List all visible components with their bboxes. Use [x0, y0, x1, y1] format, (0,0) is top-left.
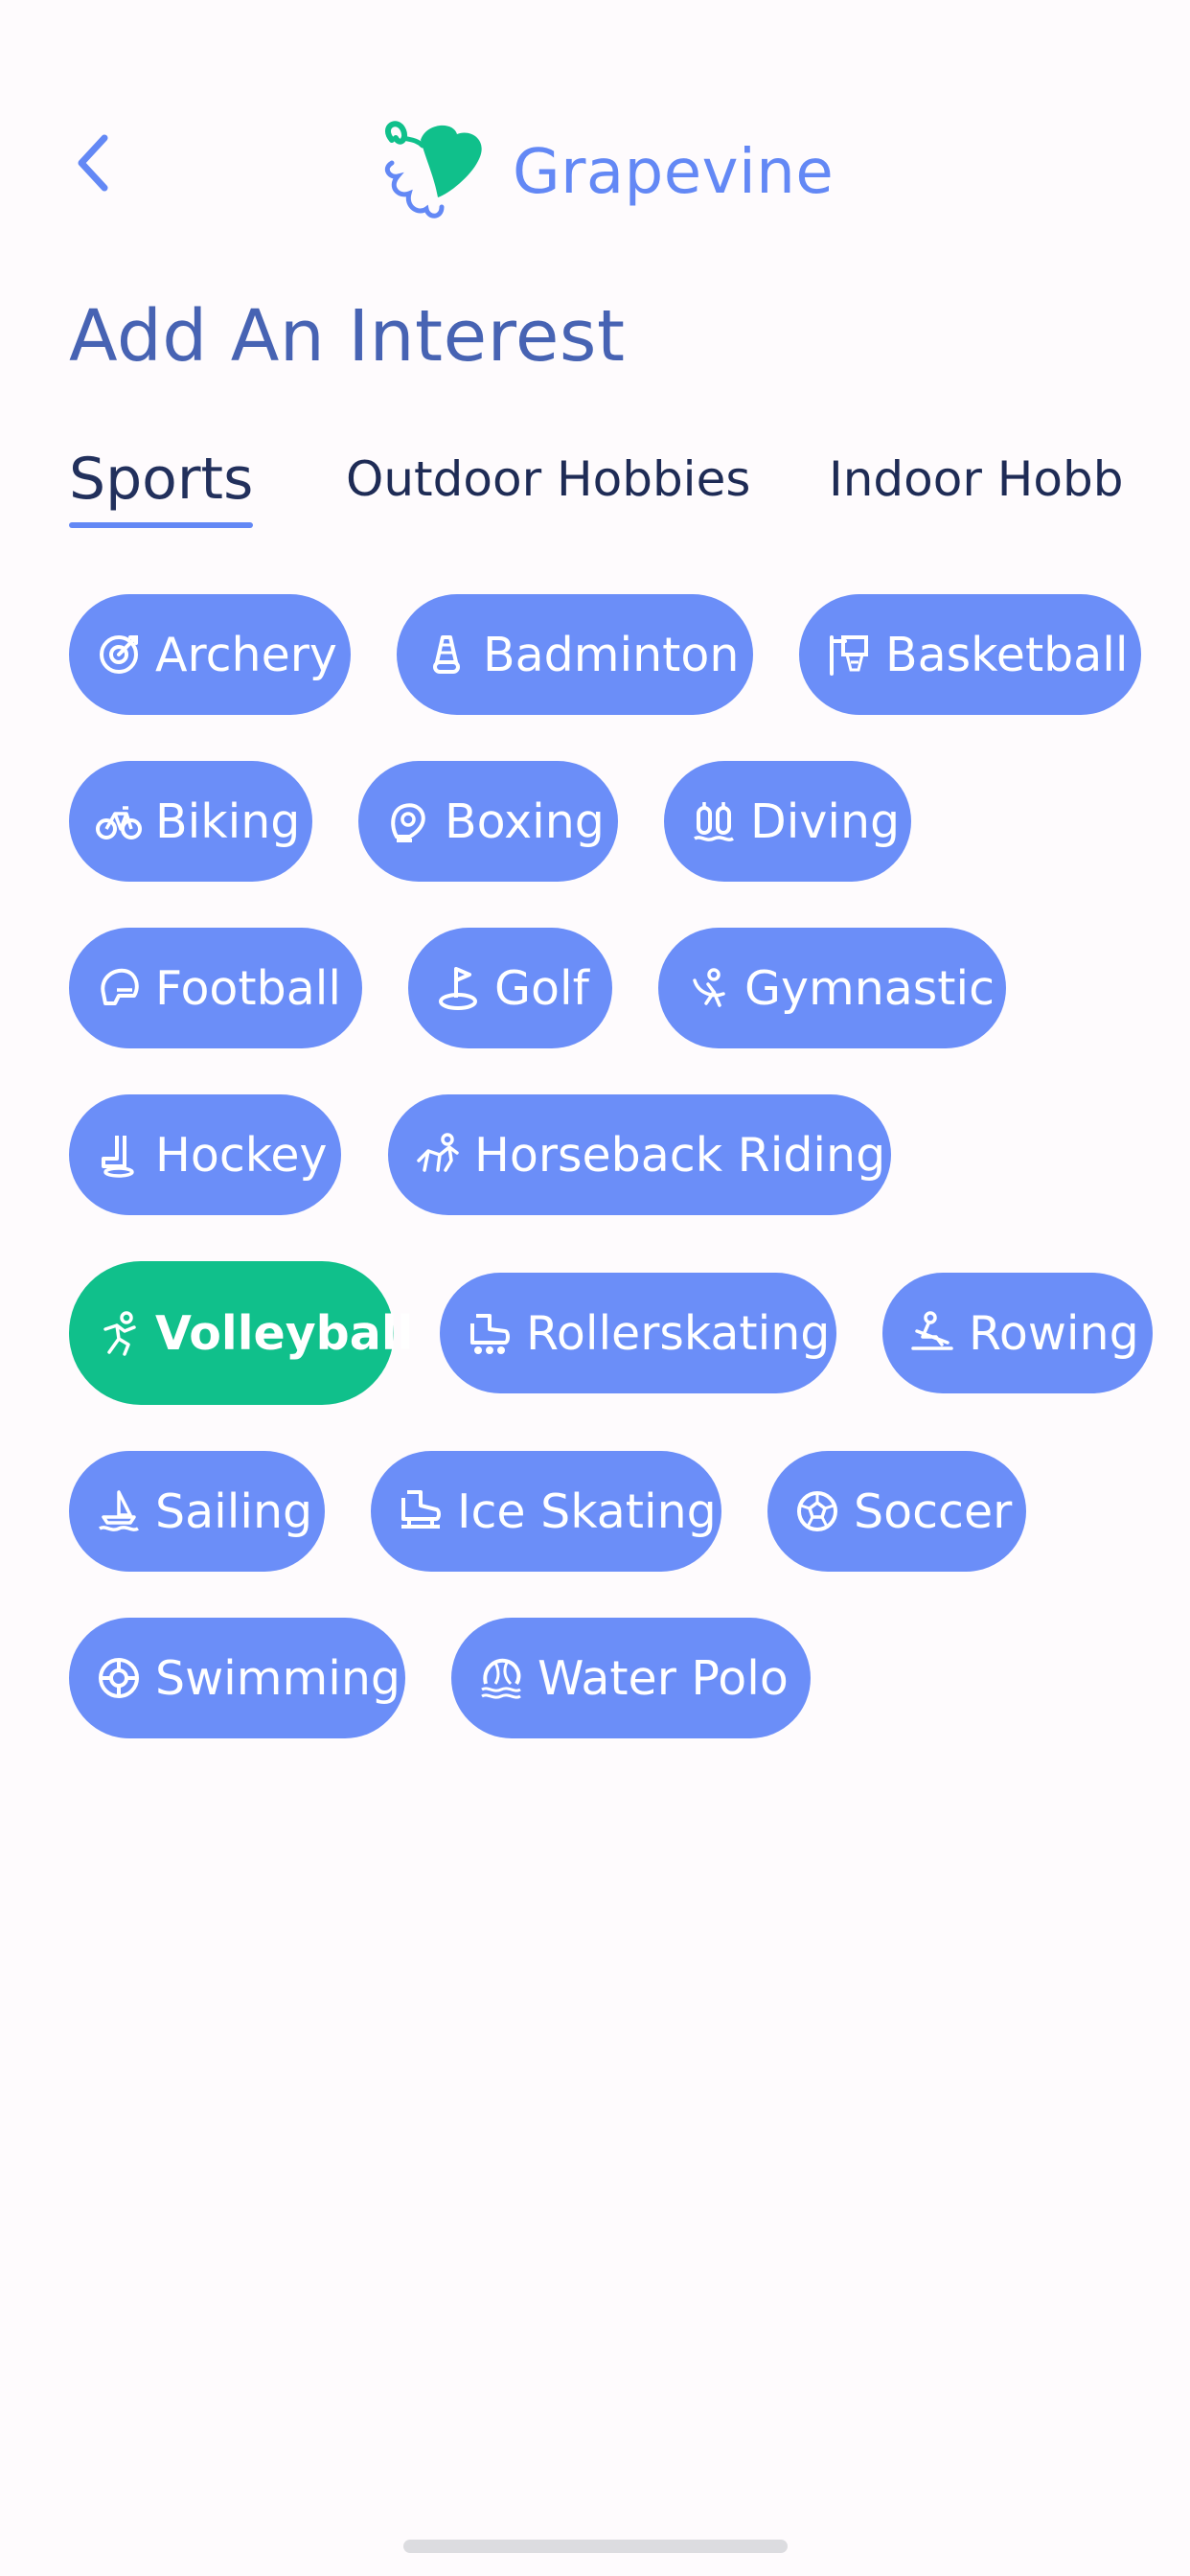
interest-label: Swimming	[155, 1650, 401, 1706]
bicycle-icon	[96, 798, 142, 844]
app-logo: Grapevine	[378, 115, 834, 230]
interest-label: Water Polo	[538, 1650, 789, 1706]
basketball-hoop-icon	[826, 632, 872, 678]
interest-label: Rollerskating	[526, 1305, 831, 1361]
rower-icon	[909, 1310, 955, 1356]
interest-label: Horseback Riding	[474, 1127, 886, 1183]
interest-chip-gymnastic[interactable]: Gymnastic	[658, 928, 1006, 1048]
home-indicator[interactable]	[403, 2540, 788, 2553]
interest-chip-water-polo[interactable]: Water Polo	[451, 1618, 811, 1738]
tab-outdoor-hobbies[interactable]: Outdoor Hobbies	[346, 441, 750, 527]
roller-skate-icon	[467, 1310, 513, 1356]
active-tab-indicator	[69, 522, 253, 528]
football-helmet-icon	[96, 965, 142, 1011]
shuttlecock-icon	[423, 632, 469, 678]
interest-chip-archery[interactable]: Archery	[69, 594, 351, 715]
app-name: Grapevine	[513, 137, 835, 208]
interest-chip-golf[interactable]: Golf	[408, 928, 612, 1048]
interest-chip-basketball[interactable]: Basketball	[799, 594, 1141, 715]
interest-chip-football[interactable]: Football	[69, 928, 362, 1048]
life-ring-icon	[96, 1655, 142, 1701]
interest-label: Rowing	[969, 1305, 1139, 1361]
interest-label: Ice Skating	[457, 1484, 717, 1539]
tab-sports[interactable]: Sports	[69, 441, 253, 527]
interest-chip-biking[interactable]: Biking	[69, 761, 312, 882]
volleyball-player-icon	[96, 1310, 142, 1356]
interest-chip-rowing[interactable]: Rowing	[882, 1273, 1153, 1393]
interest-label: Gymnastic	[744, 960, 995, 1016]
diving-tanks-icon	[691, 798, 737, 844]
water-ball-icon	[478, 1655, 524, 1701]
interest-label: Football	[155, 960, 341, 1016]
interest-label: Boxing	[445, 794, 605, 849]
page-title: Add An Interest	[69, 295, 626, 378]
grapevine-leaf-icon	[384, 121, 482, 218]
interest-label: Basketball	[885, 627, 1129, 682]
interest-label: Volleyball	[155, 1305, 414, 1361]
interest-label: Sailing	[155, 1484, 313, 1539]
interest-label: Badminton	[483, 627, 740, 682]
interest-label: Diving	[750, 794, 901, 849]
interest-chip-boxing[interactable]: Boxing	[358, 761, 618, 882]
tab-indoor-hobbies[interactable]: Indoor Hobb	[829, 441, 1123, 527]
interest-chip-badminton[interactable]: Badminton	[397, 594, 753, 715]
gymnast-icon	[685, 965, 731, 1011]
interest-chip-volleyball[interactable]: Volleyball	[69, 1261, 413, 1405]
interest-label: Archery	[155, 627, 337, 682]
interest-chip-swimming[interactable]: Swimming	[69, 1618, 405, 1738]
interest-label: Golf	[494, 960, 589, 1016]
soccer-ball-icon	[794, 1488, 840, 1534]
category-tabs: Sports Outdoor Hobbies Indoor Hobb	[0, 441, 1190, 537]
target-icon	[96, 632, 142, 678]
hockey-stick-icon	[96, 1132, 142, 1178]
interest-chip-ice-skating[interactable]: Ice Skating	[371, 1451, 721, 1572]
boxing-glove-icon	[385, 798, 431, 844]
sailboat-icon	[96, 1488, 142, 1534]
interest-chip-rollerskating[interactable]: Rollerskating	[440, 1273, 836, 1393]
interest-label: Hockey	[155, 1127, 328, 1183]
golf-flag-icon	[435, 965, 481, 1011]
interest-chip-diving[interactable]: Diving	[664, 761, 911, 882]
interest-chip-sailing[interactable]: Sailing	[69, 1451, 325, 1572]
ice-skate-icon	[398, 1488, 444, 1534]
chevron-left-icon	[78, 134, 108, 192]
interest-chip-hockey[interactable]: Hockey	[69, 1094, 341, 1215]
interest-label: Biking	[155, 794, 301, 849]
header: Grapevine	[0, 0, 1190, 288]
interest-chip-horseback-riding[interactable]: Horseback Riding	[388, 1094, 891, 1215]
interest-chip-soccer[interactable]: Soccer	[767, 1451, 1026, 1572]
interest-label: Soccer	[854, 1484, 1013, 1539]
back-button[interactable]	[59, 125, 126, 201]
horse-rider-icon	[415, 1132, 461, 1178]
